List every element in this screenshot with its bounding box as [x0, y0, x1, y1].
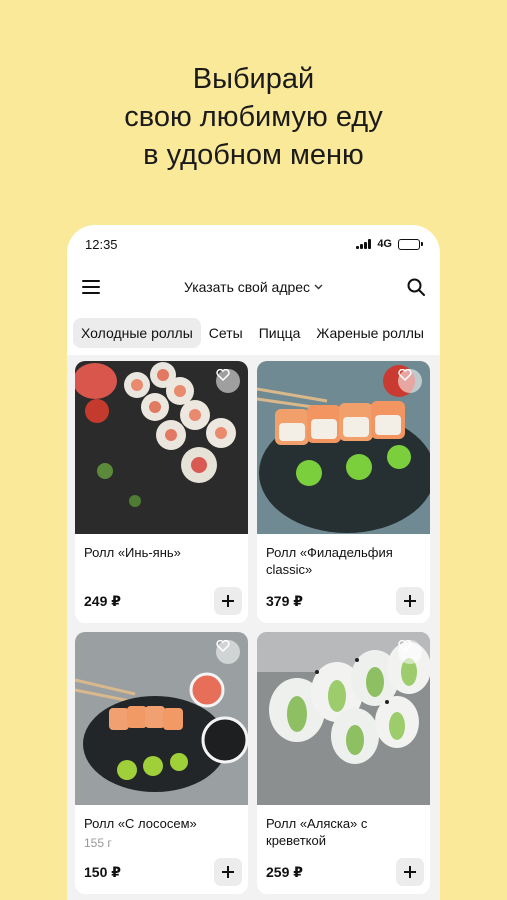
address-label: Указать свой адрес — [183, 279, 311, 295]
product-price: 259 ₽ — [266, 863, 303, 880]
promo-line-2: свою любимую еду — [124, 101, 383, 133]
product-name: Ролл «Филадельфия classic» — [266, 545, 393, 577]
promo-line-3: в удобном меню — [143, 139, 364, 171]
add-to-cart-button[interactable] — [214, 587, 242, 615]
product-photo — [257, 632, 430, 805]
tab-fried-rolls[interactable]: Жареные роллы — [308, 318, 432, 348]
tab-cold-rolls[interactable]: Холодные роллы — [73, 318, 201, 348]
product-name: Ролл «С лососем» — [84, 816, 197, 831]
promo-line-1: Выбирай — [192, 63, 315, 95]
signal-icon — [356, 239, 372, 249]
product-card[interactable]: Ролл «Филадельфия classic» 379 ₽ — [257, 361, 430, 623]
phone-screen: 12:35 4G Указать свой адрес Холодные рол… — [67, 225, 440, 900]
status-indicators: 4G — [356, 238, 423, 250]
promo-headline: Выбирай свою любимую еду в удобном меню — [0, 60, 507, 174]
battery-icon — [398, 238, 423, 250]
app-header: Указать свой адрес — [67, 263, 440, 311]
heart-icon[interactable] — [216, 640, 240, 664]
add-to-cart-button[interactable] — [396, 587, 424, 615]
status-time: 12:35 — [85, 236, 118, 252]
chevron-down-icon — [314, 282, 323, 293]
product-photo — [75, 632, 248, 805]
product-photo — [257, 361, 430, 534]
tab-sets[interactable]: Сеты — [201, 318, 251, 348]
category-tabs: Холодные роллы Сеты Пицца Жареные роллы — [67, 311, 440, 355]
heart-icon[interactable] — [216, 369, 240, 393]
product-price: 150 ₽ — [84, 863, 121, 880]
plus-icon — [222, 866, 234, 878]
heart-icon[interactable] — [398, 640, 422, 664]
product-name: Ролл «Аляска» с креветкой — [266, 816, 368, 848]
plus-icon — [222, 595, 234, 607]
product-name: Ролл «Инь-янь» — [84, 545, 181, 560]
status-bar: 12:35 4G — [67, 225, 440, 263]
network-type: 4G — [377, 238, 392, 250]
product-photo — [75, 361, 248, 534]
add-to-cart-button[interactable] — [396, 858, 424, 886]
product-card[interactable]: Ролл «Аляска» с креветкой 259 ₽ — [257, 632, 430, 894]
tab-pizza[interactable]: Пицца — [251, 318, 309, 348]
product-card[interactable]: Ролл «С лососем» 155 г 150 ₽ — [75, 632, 248, 894]
product-price: 379 ₽ — [266, 592, 303, 609]
product-card[interactable]: Ролл «Инь-янь» 249 ₽ — [75, 361, 248, 623]
address-selector[interactable]: Указать свой адрес — [184, 279, 323, 295]
hamburger-icon[interactable] — [77, 273, 105, 301]
plus-icon — [404, 595, 416, 607]
product-price: 249 ₽ — [84, 592, 121, 609]
search-icon[interactable] — [402, 273, 430, 301]
heart-icon[interactable] — [398, 369, 422, 393]
add-to-cart-button[interactable] — [214, 858, 242, 886]
plus-icon — [404, 866, 416, 878]
product-grid: Ролл «Инь-янь» 249 ₽ Ролл «Филадельфия c… — [67, 355, 440, 900]
product-weight: 155 г — [84, 836, 112, 850]
